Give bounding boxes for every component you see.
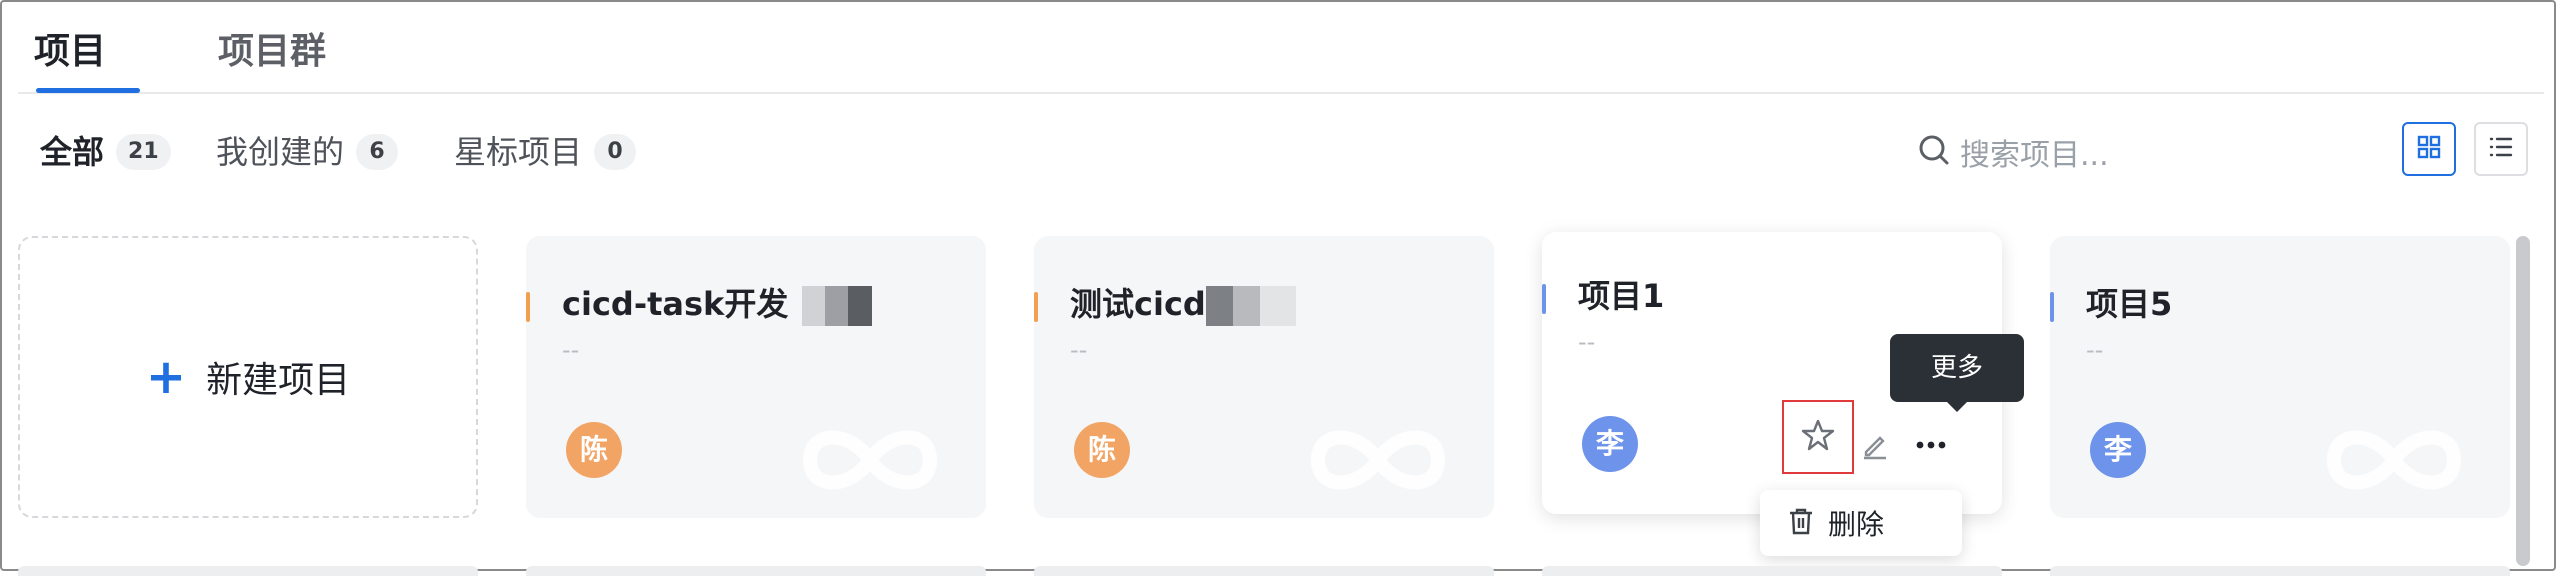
grid-icon bbox=[2417, 135, 2441, 163]
project-title: 项目1 bbox=[1578, 277, 1665, 315]
project-description: -- bbox=[1070, 336, 1088, 364]
filter-created-label: 我创建的 bbox=[216, 133, 345, 171]
filter-all[interactable]: 全部 21 bbox=[40, 130, 171, 174]
plus-icon: + bbox=[145, 349, 187, 405]
filter-starred-count: 0 bbox=[594, 134, 637, 170]
filter-starred-label: 星标项目 bbox=[454, 133, 583, 171]
card-accent-bar bbox=[2050, 292, 2054, 322]
filter-all-count: 21 bbox=[116, 134, 171, 170]
project-title: cicd-task开发 bbox=[562, 282, 873, 326]
card-accent-bar bbox=[1542, 284, 1546, 314]
trash-icon bbox=[1786, 506, 1816, 540]
active-tab-underline bbox=[36, 88, 140, 93]
project-description: -- bbox=[1578, 328, 1596, 356]
project-title: 项目5 bbox=[2086, 285, 2173, 323]
filter-all-label: 全部 bbox=[40, 133, 105, 171]
more-icon[interactable] bbox=[1914, 430, 1948, 464]
list-view-button[interactable] bbox=[2474, 122, 2528, 176]
edit-icon[interactable] bbox=[1860, 430, 1890, 464]
project-card[interactable]: cicd-task开发 -- 陈 bbox=[526, 236, 986, 518]
delete-menu-item[interactable]: 删除 bbox=[1828, 503, 1884, 543]
tab-project-groups[interactable]: 项目群 bbox=[218, 28, 326, 76]
project-description: -- bbox=[562, 336, 580, 364]
grid-view-button[interactable] bbox=[2402, 122, 2456, 176]
project-card[interactable]: 测试cicd -- 陈 bbox=[1034, 236, 1494, 518]
more-dropdown-menu[interactable]: 删除 bbox=[1760, 490, 1962, 556]
redacted-mosaic bbox=[1205, 286, 1296, 326]
project-description: -- bbox=[2086, 336, 2104, 364]
project-card[interactable]: 项目5 -- 李 bbox=[2050, 236, 2510, 518]
card-accent-bar bbox=[1034, 292, 1038, 322]
star-button[interactable] bbox=[1782, 400, 1854, 474]
tab-projects[interactable]: 项目 bbox=[34, 28, 106, 76]
devops-watermark-icon bbox=[1310, 430, 1446, 490]
devops-watermark-icon bbox=[2326, 430, 2462, 490]
search-placeholder: 搜索项目... bbox=[1960, 138, 2109, 173]
avatar: 李 bbox=[1582, 416, 1638, 472]
top-tab-bar: 项目 项目群 bbox=[18, 0, 2544, 94]
avatar: 李 bbox=[2090, 422, 2146, 478]
vertical-scrollbar[interactable] bbox=[2516, 236, 2530, 566]
search-input[interactable]: 搜索项目... bbox=[1918, 128, 2109, 176]
devops-watermark-icon bbox=[802, 430, 938, 490]
filter-created-by-me[interactable]: 我创建的 6 bbox=[216, 130, 399, 174]
filter-starred[interactable]: 星标项目 0 bbox=[454, 130, 637, 174]
search-icon bbox=[1918, 134, 1950, 170]
list-icon bbox=[2489, 135, 2513, 163]
new-project-label: 新建项目 bbox=[206, 360, 351, 401]
more-tooltip: 更多 bbox=[1890, 334, 2024, 412]
avatar: 陈 bbox=[1074, 422, 1130, 478]
avatar: 陈 bbox=[566, 422, 622, 478]
project-title: 测试cicd bbox=[1070, 282, 1296, 326]
card-accent-bar bbox=[526, 292, 530, 322]
filter-created-count: 6 bbox=[356, 134, 399, 170]
redacted-mosaic bbox=[802, 286, 873, 326]
star-icon bbox=[1801, 418, 1835, 456]
new-project-card[interactable]: + 新建项目 bbox=[18, 236, 478, 518]
